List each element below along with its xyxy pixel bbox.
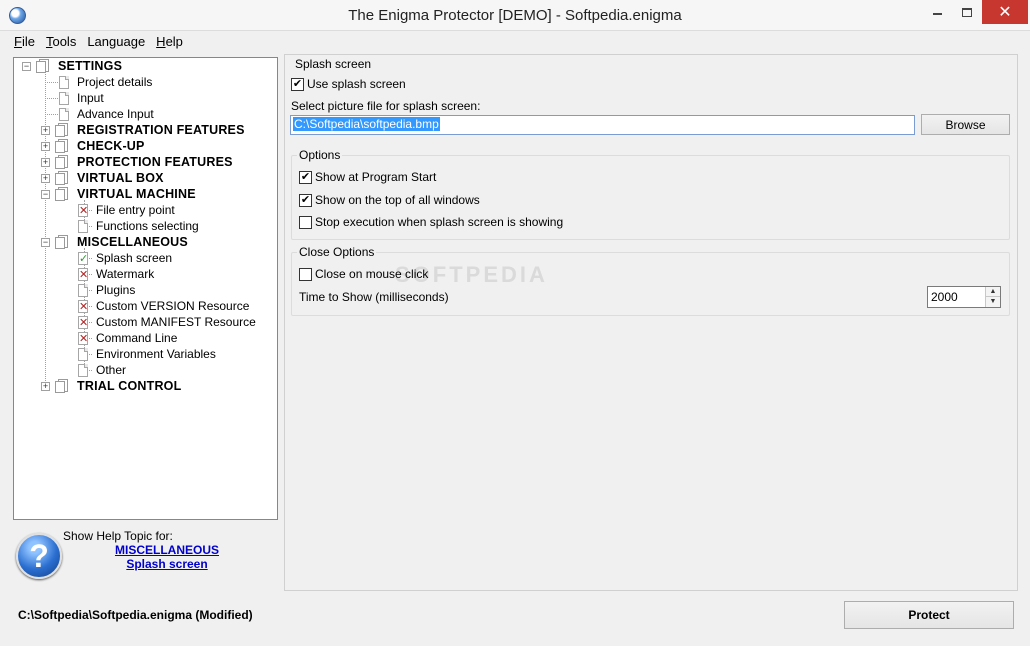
tree-line xyxy=(45,82,58,83)
book-icon xyxy=(36,59,50,73)
tree-item-other[interactable]: Other xyxy=(96,362,126,378)
collapse-icon[interactable]: − xyxy=(41,238,50,247)
protect-button[interactable]: Protect xyxy=(844,601,1014,629)
expand-icon[interactable]: + xyxy=(41,174,50,183)
page-icon: ✕ xyxy=(78,204,89,217)
page-icon xyxy=(78,220,88,233)
tree-item-splash-screen[interactable]: Splash screen xyxy=(96,250,172,266)
checkbox-box: ✔ xyxy=(299,193,312,207)
page-icon xyxy=(59,76,69,89)
page-icon xyxy=(59,92,69,105)
tree-line xyxy=(45,114,58,115)
tree-item-virtual-box[interactable]: VIRTUAL BOX xyxy=(77,170,164,186)
time-to-show-spinner[interactable]: 2000 ▲ ▼ xyxy=(927,286,1001,308)
menu-tools[interactable]: Tools xyxy=(40,31,81,53)
page-icon: ✕ xyxy=(78,332,89,345)
tree-item-protection-features[interactable]: PROTECTION FEATURES xyxy=(77,154,233,170)
tree-item-functions-selecting[interactable]: Functions selecting xyxy=(96,218,199,234)
stop-execution-checkbox[interactable]: Stop execution when splash screen is sho… xyxy=(299,215,563,229)
maximize-icon xyxy=(962,7,972,17)
tree-item-check-up[interactable]: CHECK-UP xyxy=(77,138,145,154)
show-at-start-checkbox[interactable]: ✔ Show at Program Start xyxy=(299,170,436,184)
spin-down-icon[interactable]: ▼ xyxy=(986,297,1000,307)
help-link-section[interactable]: MISCELLANEOUS xyxy=(112,543,222,557)
collapse-icon[interactable]: − xyxy=(41,190,50,199)
page-icon xyxy=(78,284,88,297)
help-link-topic[interactable]: Splash screen xyxy=(112,557,222,571)
options-group-title: Options xyxy=(297,148,343,162)
splash-file-input[interactable]: C:\Softpedia\softpedia.bmp xyxy=(290,115,915,135)
tree-item-custom-version-resource[interactable]: Custom VERSION Resource xyxy=(96,298,249,314)
minimize-icon xyxy=(932,13,942,15)
browse-button[interactable]: Browse xyxy=(921,114,1010,135)
expand-icon[interactable]: + xyxy=(41,158,50,167)
tree-item-command-line[interactable]: Command Line xyxy=(96,330,177,346)
page-icon: ✓ xyxy=(78,252,89,265)
tree-item-trial-control[interactable]: TRIAL CONTROL xyxy=(77,378,181,394)
project-path-status: C:\Softpedia\Softpedia.enigma (Modified) xyxy=(18,608,253,622)
page-icon xyxy=(59,108,69,121)
book-icon xyxy=(55,171,69,185)
spinner-buttons: ▲ ▼ xyxy=(985,287,1000,307)
select-picture-label: Select picture file for splash screen: xyxy=(291,99,481,113)
close-icon: ✕ xyxy=(998,4,1012,21)
tree-item-environment-variables[interactable]: Environment Variables xyxy=(96,346,216,362)
close-options-group-title: Close Options xyxy=(297,245,377,259)
menu-file[interactable]: File xyxy=(8,31,40,53)
minimize-button[interactable] xyxy=(922,0,952,24)
menu-language[interactable]: Language xyxy=(81,31,150,53)
tree-item-settings[interactable]: SETTINGS xyxy=(58,58,122,74)
menu-bar: File Tools Language Help xyxy=(0,31,1030,53)
checkbox-box: ✔ xyxy=(291,77,304,91)
checkbox-box xyxy=(299,267,312,281)
book-icon xyxy=(55,379,69,393)
tree-item-custom-manifest-resource[interactable]: Custom MANIFEST Resource xyxy=(96,314,256,330)
tree-item-file-entry-point[interactable]: File entry point xyxy=(96,202,175,218)
show-on-top-checkbox[interactable]: ✔ Show on the top of all windows xyxy=(299,193,480,207)
expand-icon[interactable]: + xyxy=(41,126,50,135)
close-button[interactable]: ✕ xyxy=(982,0,1028,24)
page-icon xyxy=(78,364,88,377)
tree-item-miscellaneous[interactable]: MISCELLANEOUS xyxy=(77,234,188,250)
page-icon: ✕ xyxy=(78,268,89,281)
book-icon xyxy=(55,139,69,153)
window-title: The Enigma Protector [DEMO] - Softpedia.… xyxy=(348,7,682,24)
book-icon xyxy=(55,155,69,169)
help-caption: Show Help Topic for: xyxy=(63,529,173,543)
help-icon[interactable]: ? xyxy=(16,533,62,579)
tree-line xyxy=(45,72,46,387)
book-icon xyxy=(55,235,69,249)
tree-item-advance-input[interactable]: Advance Input xyxy=(77,106,154,122)
tree-item-plugins[interactable]: Plugins xyxy=(96,282,135,298)
book-icon xyxy=(55,123,69,137)
settings-tree[interactable]: − SETTINGS Project details Input Advance… xyxy=(13,57,278,520)
tree-item-project-details[interactable]: Project details xyxy=(77,74,152,90)
page-icon: ✕ xyxy=(78,300,89,313)
spin-up-icon[interactable]: ▲ xyxy=(986,287,1000,297)
checkbox-box xyxy=(299,215,312,229)
collapse-icon[interactable]: − xyxy=(22,62,31,71)
tree-line xyxy=(45,98,58,99)
tree-item-registration-features[interactable]: REGISTRATION FEATURES xyxy=(77,122,245,138)
checkbox-box: ✔ xyxy=(299,170,312,184)
splash-group-title: Splash screen xyxy=(295,57,372,71)
title-bar: The Enigma Protector [DEMO] - Softpedia.… xyxy=(0,0,1030,31)
tree-item-watermark[interactable]: Watermark xyxy=(96,266,154,282)
book-icon xyxy=(55,187,69,201)
maximize-button[interactable] xyxy=(952,0,982,24)
time-to-show-value: 2000 xyxy=(931,290,958,304)
expand-icon[interactable]: + xyxy=(41,142,50,151)
tree-item-input[interactable]: Input xyxy=(77,90,104,106)
close-on-click-checkbox[interactable]: Close on mouse click xyxy=(299,267,428,281)
page-icon xyxy=(78,348,88,361)
page-icon: ✕ xyxy=(78,316,89,329)
use-splash-checkbox[interactable]: ✔ Use splash screen xyxy=(291,77,406,91)
tree-item-virtual-machine[interactable]: VIRTUAL MACHINE xyxy=(77,186,196,202)
menu-help[interactable]: Help xyxy=(150,31,188,53)
expand-icon[interactable]: + xyxy=(41,382,50,391)
time-to-show-label: Time to Show (milliseconds) xyxy=(299,290,449,304)
